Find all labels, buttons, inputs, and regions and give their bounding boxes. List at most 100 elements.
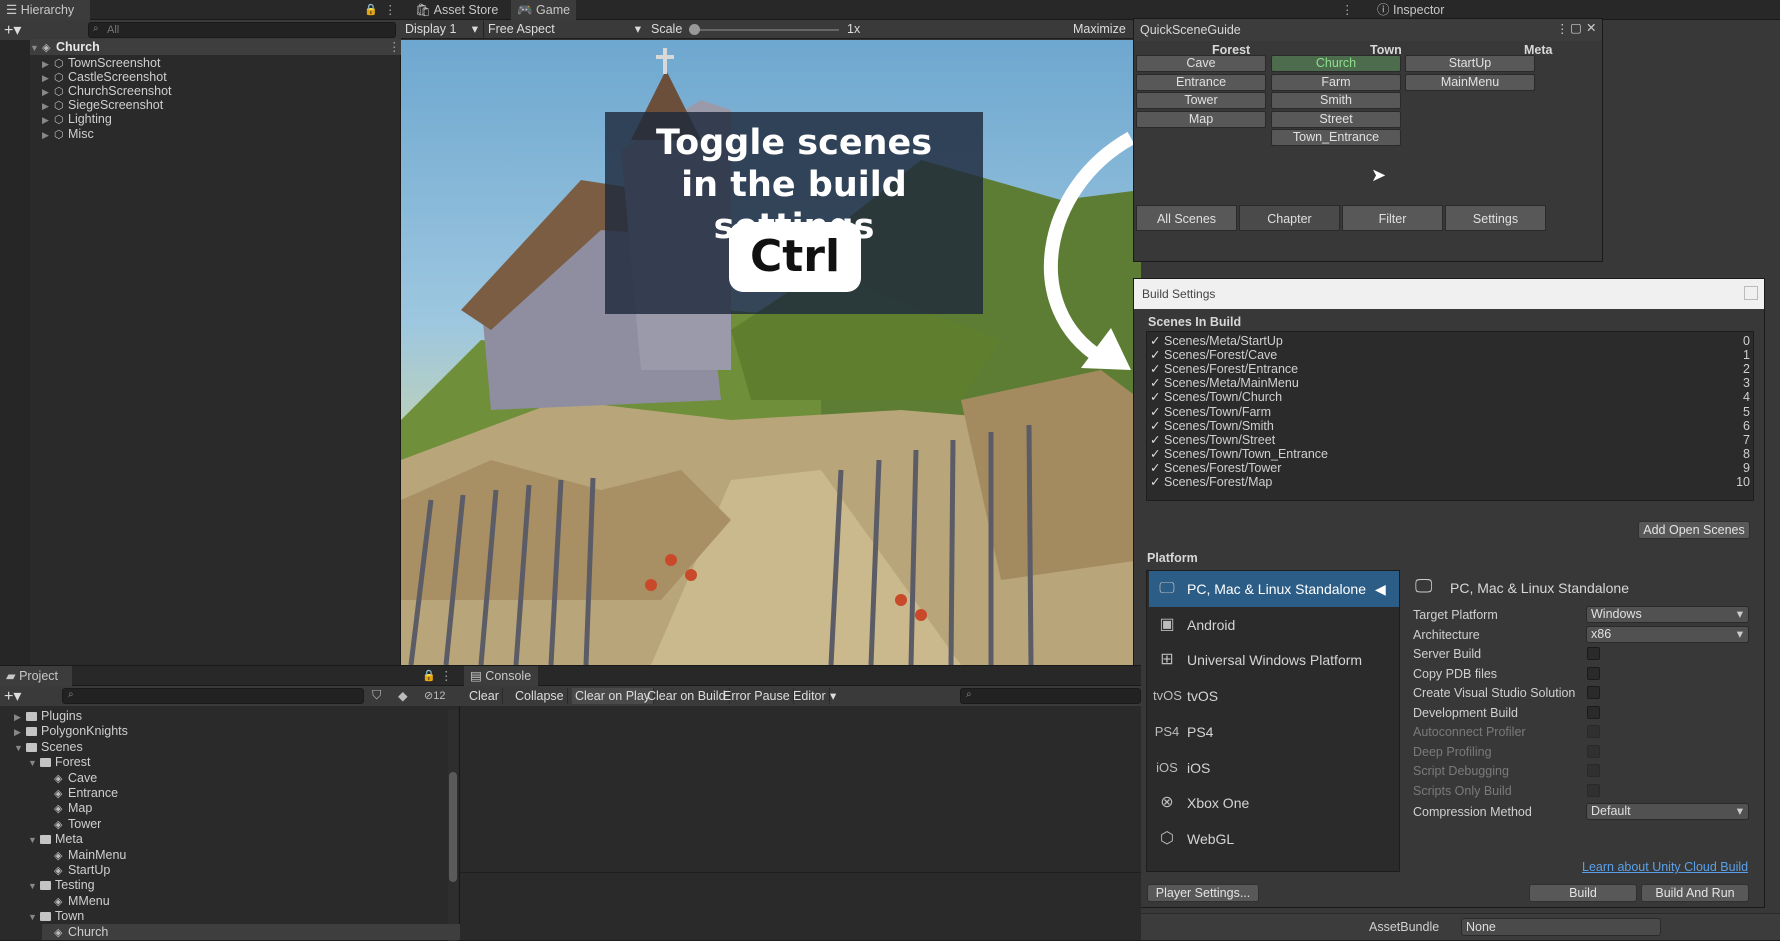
checkbox-checked-icon[interactable]: ✓: [1150, 474, 1164, 490]
project-search-input[interactable]: [62, 688, 364, 704]
cloud-build-link[interactable]: Learn about Unity Cloud Build: [1582, 860, 1748, 874]
build-button[interactable]: Build: [1529, 884, 1637, 902]
kebab-menu-icon[interactable]: ⋮: [384, 2, 397, 17]
assetbundle-dropdown[interactable]: None: [1461, 918, 1661, 936]
hierarchy-item[interactable]: ▶ ⬡ Misc: [42, 126, 382, 142]
collapse-arrow-icon[interactable]: ▼: [28, 909, 40, 925]
platform-item[interactable]: ⊗ Xbox One: [1149, 785, 1399, 821]
platform-item[interactable]: tvOS tvOS: [1149, 678, 1399, 714]
setting-label-disabled: Deep Profiling: [1413, 744, 1492, 759]
hidden-count[interactable]: ⊘12: [424, 689, 445, 702]
scene-menu-icon[interactable]: ⋮: [388, 39, 401, 55]
collapse-arrow-icon[interactable]: ▼: [14, 740, 26, 756]
collapse-arrow-icon[interactable]: ▼: [28, 755, 40, 771]
console-collapse-button[interactable]: Collapse: [512, 688, 568, 704]
close-icon[interactable]: [1744, 286, 1758, 300]
tab-inspector[interactable]: ⓘ Inspector: [1371, 0, 1450, 20]
hierarchy-search-input[interactable]: [88, 22, 396, 38]
console-editor-button[interactable]: Editor: [790, 688, 830, 704]
scene-button-tower[interactable]: Tower: [1136, 92, 1266, 110]
setting-checkbox[interactable]: [1587, 666, 1600, 680]
folder-item[interactable]: ▼ Meta: [28, 831, 448, 847]
kebab-menu-icon[interactable]: ⋮: [440, 668, 453, 683]
kebab-menu-icon[interactable]: ⋮: [1556, 21, 1569, 36]
console-clear-on-play-button[interactable]: Clear on Play: [572, 688, 655, 704]
close-icon[interactable]: ✕: [1586, 20, 1596, 35]
scene-button-church[interactable]: Church: [1271, 55, 1401, 72]
console-clear-on-build-button[interactable]: Clear on Build: [644, 688, 730, 704]
tab-asset-store[interactable]: 🛍 Asset Store: [409, 0, 504, 20]
compression-dropdown[interactable]: Default: [1586, 803, 1749, 820]
scene-asset-item[interactable]: ◈ Tower: [42, 816, 462, 832]
collapse-arrow-icon[interactable]: ▼: [28, 878, 40, 894]
platform-item[interactable]: ▣ Android: [1149, 607, 1399, 643]
setting-dropdown[interactable]: x86: [1586, 625, 1749, 643]
label-icon[interactable]: ◆: [398, 688, 408, 703]
folder-item[interactable]: ▼ Town: [28, 908, 448, 924]
platform-item[interactable]: PS4 PS4: [1149, 714, 1399, 750]
scene-button-map[interactable]: Map: [1136, 110, 1266, 128]
scene-row[interactable]: ✓ Scenes/Forest/Map 10: [1150, 474, 1754, 490]
scene-button-startup[interactable]: StartUp: [1405, 55, 1535, 72]
tab-chapter[interactable]: Chapter: [1239, 205, 1340, 231]
scene-button-mainmenu[interactable]: MainMenu: [1405, 73, 1535, 91]
filter-type-icon[interactable]: ⛉: [372, 688, 381, 703]
add-icon[interactable]: +▾: [4, 20, 21, 40]
platform-item[interactable]: 🖵 PC, Mac & Linux Standalone ◀: [1149, 571, 1399, 607]
setting-checkbox[interactable]: [1587, 686, 1600, 699]
platform-header: Platform: [1147, 551, 1198, 565]
tab-settings[interactable]: Settings: [1445, 205, 1546, 231]
scene-button-town_entrance[interactable]: Town_Entrance: [1271, 129, 1401, 147]
setting-checkbox[interactable]: [1587, 705, 1600, 719]
scene-asset-item[interactable]: ◈ MainMenu: [42, 847, 462, 863]
folder-item[interactable]: ▶ PolygonKnights: [14, 723, 434, 739]
lock-icon[interactable]: 🔒: [422, 669, 436, 682]
expand-arrow-icon[interactable]: ▶: [42, 127, 54, 143]
scene-asset-item[interactable]: ◈ StartUp: [42, 862, 462, 878]
scene-asset-item[interactable]: ◈ Church: [42, 923, 462, 940]
setting-dropdown[interactable]: Windows: [1586, 606, 1749, 623]
lock-icon[interactable]: 🔒: [364, 3, 378, 16]
game-render[interactable]: Toggle scenes in the build settings Ctrl: [401, 40, 1141, 665]
scene-button-smith[interactable]: Smith: [1271, 92, 1401, 110]
tab-all-scenes[interactable]: All Scenes: [1136, 205, 1237, 231]
scene-asset-item[interactable]: ◈ MMenu: [42, 893, 462, 909]
player-settings-button[interactable]: Player Settings...: [1147, 884, 1259, 902]
hierarchy-root-row[interactable]: ▼ ◈ Church ⋮: [30, 39, 401, 55]
scene-button-entrance[interactable]: Entrance: [1136, 73, 1266, 91]
platform-item[interactable]: ⬡ WebGL: [1149, 821, 1399, 857]
tab-console[interactable]: ▤ Console: [464, 666, 538, 686]
setting-checkbox[interactable]: [1587, 647, 1600, 660]
scene-asset-item[interactable]: ◈ Entrance: [42, 785, 462, 801]
scene-button-street[interactable]: Street: [1271, 110, 1401, 128]
setting-label: Server Build: [1413, 647, 1482, 661]
scale-slider[interactable]: [689, 24, 839, 35]
console-error-pause-button[interactable]: Error Pause: [720, 688, 794, 704]
tab-game[interactable]: 🎮 Game: [511, 0, 577, 20]
scene-asset-item[interactable]: ◈ Map: [42, 800, 462, 816]
scene-button-cave[interactable]: Cave: [1136, 55, 1266, 72]
collapse-arrow-icon[interactable]: ▼: [28, 832, 40, 848]
add-open-scenes-button[interactable]: Add Open Scenes: [1638, 521, 1750, 539]
maximize-icon[interactable]: ▢: [1570, 20, 1582, 35]
tab-filter[interactable]: Filter: [1342, 205, 1443, 231]
add-icon[interactable]: +▾: [4, 686, 21, 706]
maximize-toggle[interactable]: Maximize: [1073, 22, 1126, 36]
scale-slider-thumb[interactable]: [689, 24, 700, 35]
display-dropdown[interactable]: Display 1 ▾: [405, 21, 480, 38]
kebab-menu-icon[interactable]: ⋮: [1341, 2, 1354, 17]
build-and-run-button[interactable]: Build And Run: [1641, 884, 1749, 902]
folder-item[interactable]: ▼ Testing: [28, 877, 448, 893]
console-clear-button[interactable]: Clear: [466, 688, 503, 704]
console-search-input[interactable]: [960, 688, 1141, 704]
platform-item[interactable]: iOS iOS: [1149, 750, 1399, 786]
tab-project[interactable]: ▰ Project: [0, 666, 72, 686]
folder-item[interactable]: ▼ Forest: [28, 754, 448, 770]
tab-hierarchy[interactable]: ☰ Hierarchy: [0, 0, 90, 20]
platform-item[interactable]: ⊞ Universal Windows Platform: [1149, 642, 1399, 678]
folder-item[interactable]: ▶ Plugins: [14, 708, 434, 724]
folder-item[interactable]: ▼ Scenes: [14, 739, 434, 755]
scene-button-farm[interactable]: Farm: [1271, 73, 1401, 91]
scene-asset-item[interactable]: ◈ Cave: [42, 770, 462, 786]
aspect-dropdown[interactable]: Free Aspect ▾: [483, 21, 643, 38]
